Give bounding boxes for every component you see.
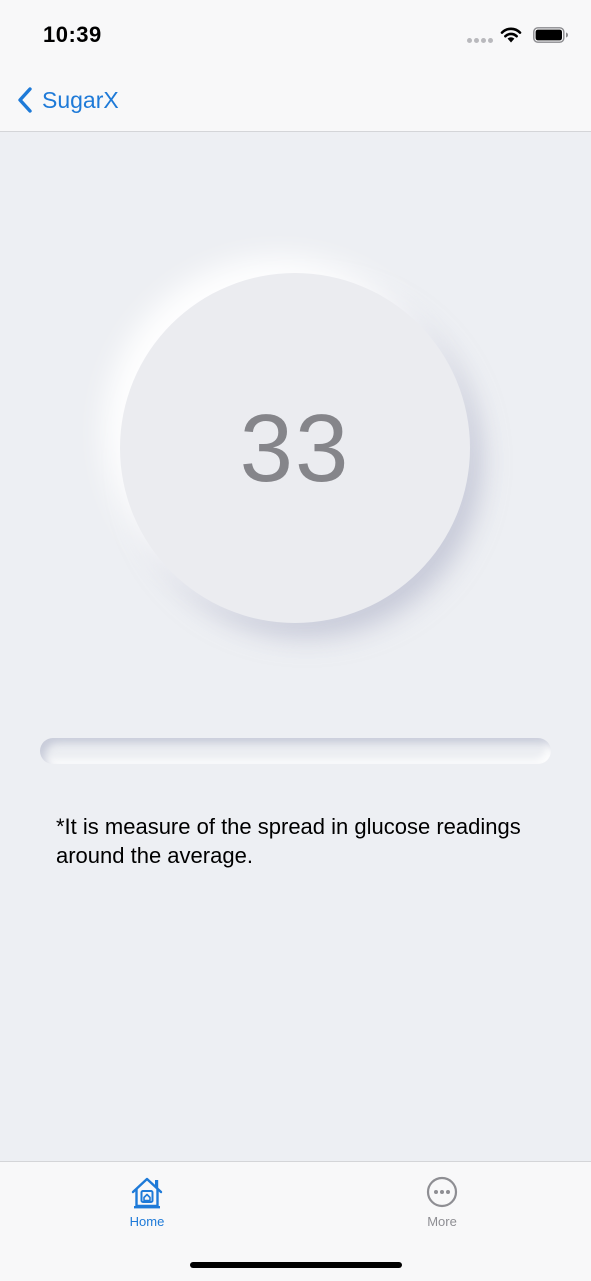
progress-bar bbox=[40, 738, 551, 764]
status-icons bbox=[459, 24, 569, 48]
signal-dots-icon bbox=[467, 38, 493, 44]
navigation-bar: SugarX bbox=[0, 70, 591, 132]
battery-icon bbox=[533, 27, 568, 43]
status-bar: 10:39 bbox=[0, 0, 591, 70]
chevron-left-icon bbox=[18, 87, 32, 113]
metric-description: *It is measure of the spread in glucose … bbox=[56, 814, 521, 868]
more-icon bbox=[426, 1176, 458, 1208]
tab-more-label: More bbox=[427, 1214, 457, 1229]
home-indicator bbox=[190, 1262, 402, 1268]
back-button[interactable]: SugarX bbox=[16, 84, 119, 116]
tab-home-label: Home bbox=[129, 1214, 165, 1229]
tab-more[interactable]: More bbox=[382, 1176, 502, 1236]
status-time: 10:39 bbox=[43, 22, 102, 47]
tab-home[interactable]: Home bbox=[87, 1176, 207, 1236]
metric-value: 33 bbox=[239, 395, 351, 502]
metric-circle: 33 bbox=[120, 273, 470, 623]
home-icon bbox=[131, 1177, 163, 1209]
wifi-icon bbox=[500, 27, 522, 43]
back-button-label: SugarX bbox=[42, 86, 119, 113]
